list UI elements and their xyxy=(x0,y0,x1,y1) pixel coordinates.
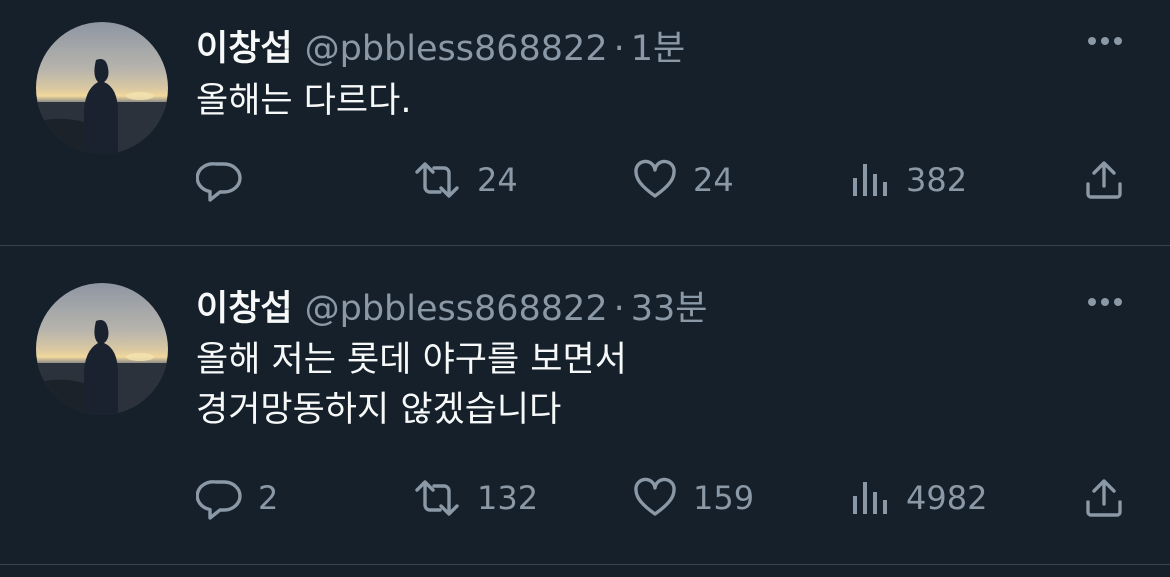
timestamp[interactable]: 33분 xyxy=(631,280,708,331)
retweet-button[interactable]: 24 xyxy=(411,155,518,205)
like-button[interactable]: 24 xyxy=(631,155,734,205)
views-button[interactable]: 4982 xyxy=(848,473,987,523)
separator-dot: · xyxy=(613,289,625,329)
reply-count: 2 xyxy=(258,479,279,517)
action-bar: 2 132 159 4982 xyxy=(196,473,1136,523)
more-icon xyxy=(1088,298,1122,306)
like-count: 24 xyxy=(693,161,734,199)
reply-icon xyxy=(196,162,242,202)
reply-button[interactable] xyxy=(196,155,258,205)
views-icon xyxy=(853,482,887,514)
tweet-text-line: 올해는 다르다. xyxy=(196,81,412,121)
view-count: 4982 xyxy=(906,479,988,517)
user-handle[interactable]: @pbbless868822 xyxy=(305,29,608,69)
share-button[interactable] xyxy=(1080,155,1128,205)
retweet-icon xyxy=(415,480,459,516)
share-icon xyxy=(1086,479,1122,517)
retweet-icon xyxy=(415,162,459,198)
reply-button[interactable]: 2 xyxy=(196,473,278,523)
views-button[interactable]: 382 xyxy=(848,155,967,205)
like-icon xyxy=(634,159,676,198)
tweet-text: 올해 저는 롯데 야구를 보면서 경거망동하지 않겠습니다 xyxy=(196,335,627,435)
action-bar: 24 24 382 xyxy=(196,155,1136,205)
view-count: 382 xyxy=(906,161,968,199)
like-count: 159 xyxy=(693,479,755,517)
tweet-text-line: 경거망동하지 않겠습니다 xyxy=(196,390,562,430)
reply-icon xyxy=(196,480,242,520)
timestamp[interactable]: 1분 xyxy=(631,20,685,71)
user-handle[interactable]: @pbbless868822 xyxy=(305,289,608,329)
tweet[interactable]: 이창섭 @pbbless868822 · 33분 올해 저는 롯데 야구를 보면… xyxy=(0,247,1170,565)
tweet-text-line: 올해 저는 롯데 야구를 보면서 xyxy=(196,340,627,380)
retweet-count: 24 xyxy=(477,161,518,199)
retweet-button[interactable]: 132 xyxy=(411,473,538,523)
more-options-button[interactable] xyxy=(1080,26,1130,56)
retweet-count: 132 xyxy=(477,479,539,517)
avatar[interactable] xyxy=(36,22,168,154)
separator-dot: · xyxy=(613,29,625,69)
share-icon xyxy=(1086,161,1122,199)
views-icon xyxy=(853,164,887,196)
tweet[interactable]: 이창섭 @pbbless868822 · 1분 올해는 다르다. 24 24 3… xyxy=(0,0,1170,246)
tweet-text: 올해는 다르다. xyxy=(196,76,411,126)
tweet-header: 이창섭 @pbbless868822 · 33분 xyxy=(196,280,708,329)
avatar[interactable] xyxy=(36,283,168,415)
more-icon xyxy=(1088,37,1122,45)
display-name[interactable]: 이창섭 xyxy=(196,280,293,331)
share-button[interactable] xyxy=(1080,473,1128,523)
avatar-image xyxy=(36,283,168,415)
display-name[interactable]: 이창섭 xyxy=(196,20,293,71)
more-options-button[interactable] xyxy=(1080,287,1130,317)
tweet-header: 이창섭 @pbbless868822 · 1분 xyxy=(196,20,685,69)
like-button[interactable]: 159 xyxy=(631,473,754,523)
avatar-image xyxy=(36,22,168,154)
like-icon xyxy=(634,477,676,516)
